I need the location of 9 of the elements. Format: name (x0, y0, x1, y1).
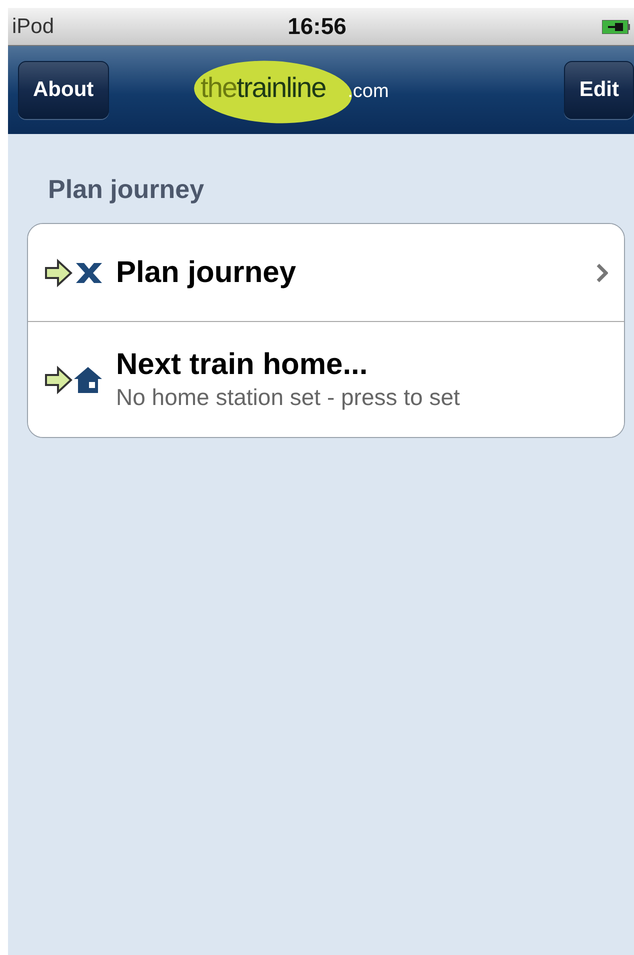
row-subtitle: No home station set - press to set (116, 384, 461, 411)
row-title: Plan journey (116, 256, 298, 290)
list-row[interactable]: Next train home... No home station set - press to set (28, 321, 624, 437)
clock-time: 16:56 (288, 13, 346, 40)
section-header: Plan journey (48, 174, 204, 205)
carrier-name: iPod (12, 14, 54, 38)
edit-button[interactable]: Edit (564, 61, 634, 119)
row-title: Next train home... (116, 348, 369, 382)
about-button[interactable]: About (18, 61, 109, 119)
